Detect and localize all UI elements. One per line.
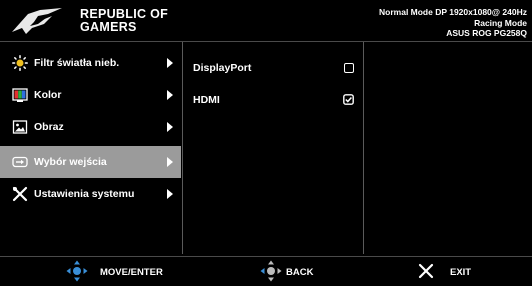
image-icon [12,119,28,135]
checkbox-checked-icon [343,94,354,105]
sub-options-panel [363,42,532,254]
joystick-move-icon [66,260,88,282]
status-line2: Racing Mode [474,17,527,28]
chevron-right-icon [167,122,173,132]
menu-item-label: Filtr światła nieb. [34,57,120,69]
bluelight-icon [12,55,28,71]
close-icon [418,263,434,279]
chevron-right-icon [167,90,173,100]
status-line3: ASUS ROG PG258Q [446,28,527,38]
osd-footer: MOVE/ENTER BACK EXIT [0,256,532,286]
chevron-right-icon [167,189,173,199]
input-icon [12,154,28,170]
menu-item-label: Ustawienia systemu [34,188,135,200]
joystick-back-icon [260,260,282,282]
chevron-right-icon [167,58,173,68]
brand-line2: GAMERS [80,20,137,34]
exit-label: EXIT [450,267,472,278]
tools-icon [12,186,28,202]
menu-item-label: Wybór wejścia [34,156,107,168]
status-info: Normal Mode DP 1920x1080@ 240Hz Racing M… [379,7,527,39]
menu-item-image[interactable]: Obraz [0,111,181,143]
menu-item-color[interactable]: Kolor [0,79,181,111]
menu-item-label: Obraz [34,121,64,133]
menu-item-label: Kolor [34,89,62,101]
color-icon [12,87,28,103]
main-menu: Filtr światła nieb. Kolor Obraz Wybór we… [0,42,181,254]
chevron-right-icon [167,157,173,167]
status-line1: Normal Mode DP 1920x1080@ 240Hz [379,7,527,17]
move-enter-label: MOVE/ENTER [100,267,163,278]
rog-logo [12,8,62,34]
osd-menu: REPUBLIC OF GAMERS Normal Mode DP 1920x1… [0,0,532,286]
option-label: DisplayPort [193,62,252,74]
option-displayport[interactable]: DisplayPort [183,58,363,78]
input-options-panel: DisplayPort HDMI [182,42,363,254]
brand-text: REPUBLIC OF GAMERS [80,8,168,34]
option-label: HDMI [193,94,220,106]
menu-item-system-settings[interactable]: Ustawienia systemu [0,178,181,210]
menu-item-bluelight[interactable]: Filtr światła nieb. [0,47,181,79]
menu-item-input-select[interactable]: Wybór wejścia [0,146,181,178]
osd-header: REPUBLIC OF GAMERS Normal Mode DP 1920x1… [0,0,532,42]
option-hdmi[interactable]: HDMI [183,90,363,110]
back-label: BACK [286,267,314,278]
checkbox-empty-icon [344,63,354,73]
